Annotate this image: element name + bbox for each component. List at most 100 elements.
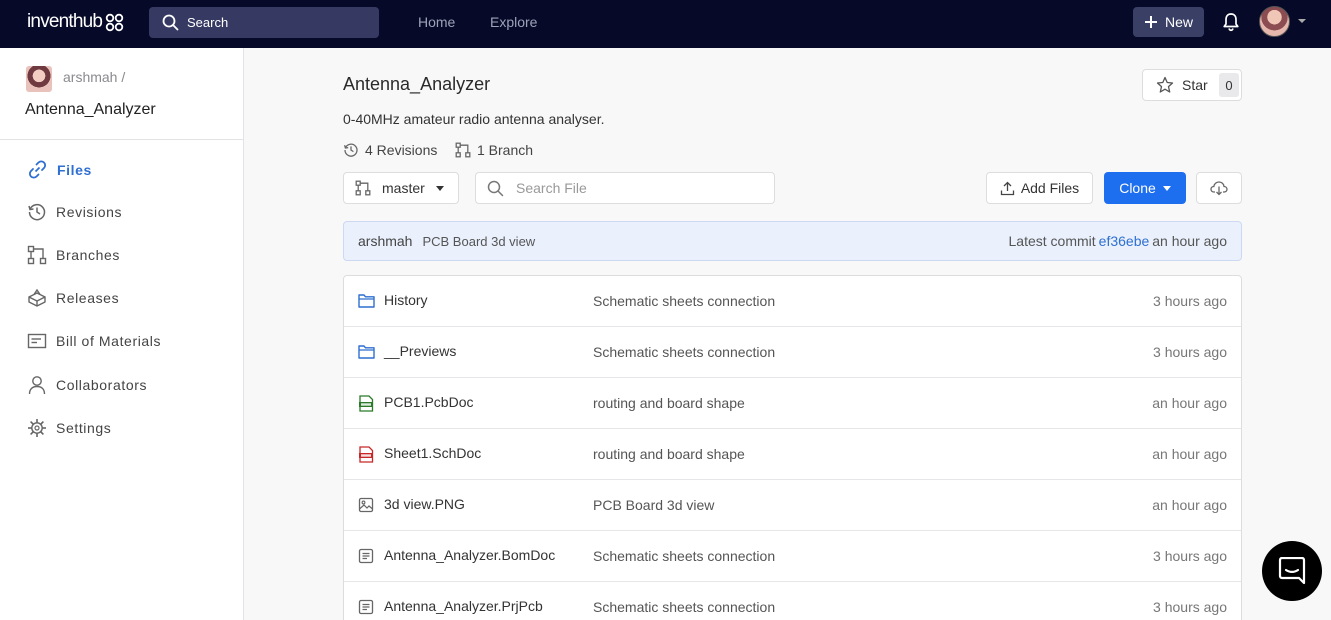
table-row[interactable]: Sheet1.SchDoc routing and board shape an… <box>344 429 1241 480</box>
history-icon <box>28 203 46 221</box>
clone-button[interactable]: Clone <box>1104 172 1186 204</box>
star-count: 0 <box>1219 73 1239 97</box>
file-name[interactable]: __Previews <box>384 343 456 359</box>
file-name[interactable]: Sheet1.SchDoc <box>384 445 481 461</box>
folder-icon <box>358 294 375 308</box>
star-icon <box>1156 76 1174 93</box>
file-time: 3 hours ago <box>1153 599 1227 615</box>
file-commit-message[interactable]: Schematic sheets connection <box>593 599 775 615</box>
file-name[interactable]: PCB1.PcbDoc <box>384 394 473 410</box>
plus-icon <box>1144 16 1157 28</box>
commit-hash[interactable]: ef36ebe <box>1099 233 1150 249</box>
sidebar-item-label: Bill of Materials <box>56 333 162 349</box>
upload-icon <box>1000 181 1014 195</box>
sidebar-item-revisions[interactable]: Revisions <box>27 202 122 222</box>
file-commit-message[interactable]: Schematic sheets connection <box>593 548 775 564</box>
add-files-label: Add Files <box>1020 180 1080 196</box>
sidebar-item-label: Settings <box>56 420 112 436</box>
file-name[interactable]: History <box>384 292 428 308</box>
file-time: an hour ago <box>1152 446 1227 462</box>
file-time: an hour ago <box>1152 395 1227 411</box>
chevron-down-icon <box>435 185 444 191</box>
sidebar-item-settings[interactable]: Settings <box>27 418 111 438</box>
sidebar-item-label: Revisions <box>56 204 123 220</box>
clone-label: Clone <box>1119 180 1156 196</box>
branch-name: master <box>382 180 425 196</box>
table-row[interactable]: PCB1.PcbDoc routing and board shape an h… <box>344 378 1241 429</box>
file-time: 3 hours ago <box>1153 344 1227 360</box>
search-icon <box>162 14 179 31</box>
user-icon <box>28 376 46 395</box>
document-icon <box>358 548 374 564</box>
table-row[interactable]: __Previews Schematic sheets connection 3… <box>344 327 1241 378</box>
latest-commit-label: Latest commit <box>1008 233 1096 249</box>
sidebar-item-bill-of-materials[interactable]: Bill of Materials <box>27 331 161 351</box>
sidebar-item-label: Releases <box>56 290 120 306</box>
file-search-input[interactable] <box>516 180 756 196</box>
search-placeholder: Search <box>187 15 229 30</box>
revisions-link[interactable]: 4 Revisions <box>343 142 437 158</box>
latest-commit-bar: arshmah PCB Board 3d view Latest commit … <box>343 221 1242 261</box>
branches-count: 1 Branch <box>477 142 534 158</box>
table-row[interactable]: Antenna_Analyzer.PrjPcb Schematic sheets… <box>344 582 1241 620</box>
file-name[interactable]: 3d view.PNG <box>384 496 465 512</box>
repo-name[interactable]: Antenna_Analyzer <box>25 101 156 119</box>
star-label: Star <box>1182 77 1208 93</box>
nav-home[interactable]: Home <box>418 14 455 30</box>
notifications-button[interactable] <box>1222 12 1240 35</box>
file-list: History Schematic sheets connection 3 ho… <box>343 275 1242 620</box>
branch-icon <box>355 180 371 196</box>
add-files-button[interactable]: Add Files <box>986 172 1093 204</box>
brand-mark-icon <box>106 13 124 31</box>
schematic-file-icon <box>359 446 374 463</box>
file-name[interactable]: Antenna_Analyzer.PrjPcb <box>384 598 543 614</box>
owner-avatar[interactable] <box>26 66 52 92</box>
file-commit-message[interactable]: Schematic sheets connection <box>593 293 775 309</box>
gear-icon <box>28 419 46 437</box>
link-icon <box>28 160 47 179</box>
sidebar-item-collaborators[interactable]: Collaborators <box>27 375 147 395</box>
chevron-down-icon[interactable] <box>1298 19 1306 23</box>
page-title: Antenna_Analyzer <box>343 74 491 94</box>
commit-time: an hour ago <box>1152 233 1227 249</box>
file-time: 3 hours ago <box>1153 293 1227 309</box>
sidebar-item-releases[interactable]: Releases <box>27 288 119 308</box>
top-navbar: inventhub Search Home Explore New <box>0 0 1331 48</box>
document-icon <box>358 599 374 615</box>
branch-icon <box>27 245 47 265</box>
package-icon <box>28 288 46 307</box>
sidebar-item-label: Collaborators <box>56 377 148 393</box>
table-row[interactable]: Antenna_Analyzer.BomDoc Schematic sheets… <box>344 531 1241 582</box>
commit-message[interactable]: PCB Board 3d view <box>422 234 535 249</box>
file-commit-message[interactable]: routing and board shape <box>593 395 745 411</box>
user-avatar[interactable] <box>1259 6 1290 37</box>
commit-author[interactable]: arshmah <box>358 233 412 249</box>
sidebar-header: arshmah / Antenna_Analyzer <box>0 48 243 140</box>
repo-description: 0-40MHz amateur radio antenna analyser. <box>343 111 605 127</box>
image-file-icon <box>358 497 374 513</box>
pcb-file-icon <box>359 395 374 412</box>
file-commit-message[interactable]: Schematic sheets connection <box>593 344 775 360</box>
brand-logo[interactable]: inventhub <box>27 11 124 33</box>
branches-link[interactable]: 1 Branch <box>455 142 533 158</box>
sidebar-item-branches[interactable]: Branches <box>27 245 120 265</box>
file-commit-message[interactable]: routing and board shape <box>593 446 745 462</box>
download-button[interactable] <box>1196 172 1242 204</box>
chat-widget-button[interactable] <box>1262 541 1322 601</box>
table-row[interactable]: 3d view.PNG PCB Board 3d view an hour ag… <box>344 480 1241 531</box>
file-search[interactable] <box>475 172 775 204</box>
new-button[interactable]: New <box>1133 7 1204 37</box>
sidebar-item-files[interactable]: Files <box>27 159 92 180</box>
global-search[interactable]: Search <box>149 7 379 38</box>
owner-link[interactable]: arshmah / <box>63 69 125 85</box>
chevron-down-icon <box>1162 185 1171 191</box>
table-row[interactable]: History Schematic sheets connection 3 ho… <box>344 276 1241 327</box>
file-commit-message[interactable]: PCB Board 3d view <box>593 497 714 513</box>
nav-explore[interactable]: Explore <box>490 14 537 30</box>
sidebar-item-label: Branches <box>56 247 120 263</box>
star-button[interactable]: Star 0 <box>1142 69 1242 101</box>
file-name[interactable]: Antenna_Analyzer.BomDoc <box>384 547 555 563</box>
folder-icon <box>358 345 375 359</box>
branch-selector[interactable]: master <box>343 172 459 204</box>
cloud-download-icon <box>1210 181 1228 196</box>
